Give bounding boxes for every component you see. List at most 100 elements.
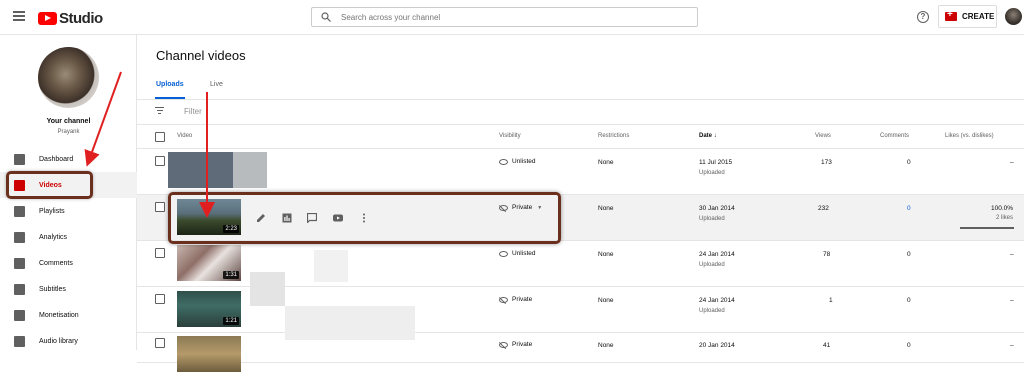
tabs-divider: [137, 99, 1024, 100]
playlists-icon: [14, 205, 25, 217]
top-app-bar: Studio ? CREATE: [0, 0, 1024, 35]
column-date[interactable]: Date ↓: [699, 133, 717, 139]
subtitles-icon: [14, 283, 25, 295]
video-thumbnail[interactable]: 1:31: [177, 245, 241, 281]
video-thumbnail[interactable]: [168, 152, 233, 188]
visibility-cell: Unlisted: [499, 158, 535, 165]
column-restrictions[interactable]: Restrictions: [598, 133, 629, 139]
eye-off-icon: [499, 296, 508, 303]
create-button[interactable]: CREATE: [938, 5, 997, 28]
sidebar-item-label: Audio library: [39, 337, 78, 345]
column-likes[interactable]: Likes (vs. dislikes): [945, 133, 994, 139]
comments-icon: [14, 257, 25, 269]
filter-input[interactable]: Filter: [184, 107, 202, 116]
likes-ratio-track: [960, 227, 1014, 229]
analytics-icon: [14, 231, 25, 243]
channel-name: Prayank: [57, 129, 80, 135]
date-status: Uploaded: [699, 216, 725, 222]
video-title-blurred: [250, 272, 285, 306]
restrictions-cell: None: [598, 251, 614, 258]
restrictions-cell: None: [598, 205, 614, 212]
restrictions-cell: None: [598, 342, 614, 349]
tab-uploads[interactable]: Uploads: [156, 81, 184, 88]
date-status: Uploaded: [699, 262, 725, 268]
likes-cell: –: [1010, 251, 1014, 258]
row-checkbox[interactable]: [155, 156, 165, 166]
menu-icon[interactable]: [13, 11, 25, 21]
date-status: Uploaded: [699, 170, 725, 176]
video-thumbnail[interactable]: 1:21: [177, 291, 241, 327]
monetisation-icon: [14, 309, 25, 321]
row-checkbox[interactable]: [155, 202, 165, 212]
filter-icon[interactable]: [155, 107, 164, 114]
select-all-checkbox[interactable]: [155, 132, 165, 142]
eye-icon: [499, 250, 508, 257]
comments-cell: 0: [907, 297, 911, 304]
views-cell: 41: [823, 342, 831, 349]
search-input[interactable]: [341, 12, 671, 22]
create-label: CREATE: [962, 12, 995, 21]
annotation-highlight-row: [168, 192, 561, 244]
sidebar-item-label: Dashboard: [39, 155, 74, 163]
search-bar[interactable]: [311, 7, 698, 27]
search-icon: [321, 12, 331, 22]
column-visibility[interactable]: Visibility: [499, 133, 521, 139]
table-row[interactable]: [137, 333, 1024, 363]
sidebar-item-label: Monetisation: [39, 311, 79, 319]
visibility-label: Unlisted: [512, 158, 536, 165]
date-cell: 20 Jan 2014: [699, 342, 735, 349]
restrictions-cell: None: [598, 159, 614, 166]
sidebar-item-subtitles[interactable]: Subtitles: [0, 276, 137, 302]
sort-down-icon: ↓: [713, 133, 717, 139]
video-title-blurred: [314, 250, 348, 282]
audio-library-icon: [14, 335, 25, 347]
sidebar-item-analytics[interactable]: Analytics: [0, 224, 137, 250]
sidebar-item-comments[interactable]: Comments: [0, 250, 137, 276]
account-avatar[interactable]: [1005, 8, 1022, 25]
row-checkbox[interactable]: [155, 248, 165, 258]
sidebar-item-label: Comments: [39, 259, 73, 267]
comments-cell: 0: [907, 159, 911, 166]
column-views[interactable]: Views: [815, 133, 831, 139]
channel-label: Your channel: [46, 118, 91, 125]
likes-ratio-fill: [960, 227, 1014, 229]
visibility-cell: Private: [499, 341, 532, 348]
duration-badge: 1:21: [223, 317, 239, 325]
sidebar-item-monetisation[interactable]: Monetisation: [0, 302, 137, 328]
likes-cell: –: [1010, 159, 1014, 166]
video-thumbnail[interactable]: [177, 336, 241, 372]
comments-cell[interactable]: 0: [907, 205, 911, 212]
help-icon[interactable]: ?: [917, 11, 929, 23]
youtube-studio-logo[interactable]: Studio: [38, 10, 103, 27]
row-checkbox[interactable]: [155, 294, 165, 304]
comments-cell: 0: [907, 342, 911, 349]
sidebar-item-playlists[interactable]: Playlists: [0, 198, 137, 224]
table-row[interactable]: [137, 149, 1024, 195]
views-cell: 1: [829, 297, 833, 304]
eye-off-icon: [499, 341, 508, 348]
create-video-icon: [945, 9, 957, 21]
views-cell: 78: [823, 251, 831, 258]
channel-avatar[interactable]: [38, 47, 99, 108]
page-title: Channel videos: [156, 48, 246, 63]
date-cell: 24 Jan 2014: [699, 297, 735, 304]
annotation-highlight-videos: [6, 171, 93, 199]
duration-badge: 1:31: [223, 271, 239, 279]
restrictions-cell: None: [598, 297, 614, 304]
sidebar-item-label: Subtitles: [39, 285, 66, 293]
sidebar-item-audio-library[interactable]: Audio library: [0, 328, 137, 354]
comments-cell: 0: [907, 251, 911, 258]
tab-live[interactable]: Live: [210, 81, 223, 88]
row-checkbox[interactable]: [155, 338, 165, 348]
column-date-label: Date: [699, 133, 713, 139]
views-cell: 232: [818, 205, 829, 212]
visibility-label: Private: [512, 341, 533, 348]
visibility-cell: Private: [499, 296, 532, 303]
sidebar-item-dashboard[interactable]: Dashboard: [0, 146, 137, 172]
visibility-cell: Unlisted: [499, 250, 535, 257]
dashboard-icon: [14, 153, 25, 165]
date-cell: 11 Jul 2015: [699, 159, 733, 166]
column-comments[interactable]: Comments: [880, 133, 909, 139]
video-title-blurred: [233, 152, 267, 188]
date-cell: 30 Jan 2014: [699, 205, 735, 212]
